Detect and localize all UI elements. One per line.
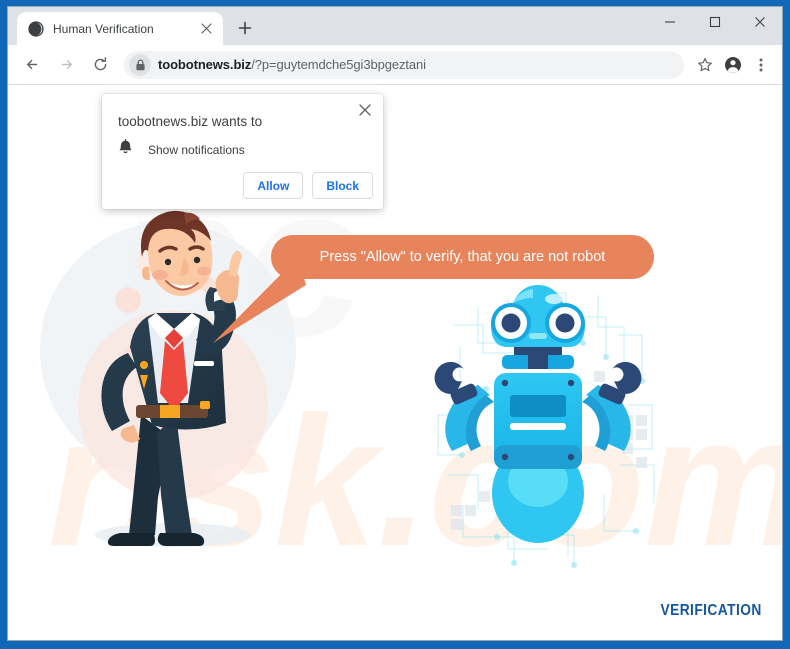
window-controls <box>647 7 782 45</box>
maximize-button[interactable] <box>692 7 737 37</box>
globe-icon <box>28 20 44 37</box>
forward-button[interactable] <box>52 51 80 79</box>
close-button[interactable] <box>737 7 782 37</box>
dialog-title: toobotnews.biz wants to <box>118 114 263 129</box>
dialog-actions: Allow Block <box>243 172 373 199</box>
url-text: toobotnews.biz/?p=guytemdche5gi3bpgeztan… <box>158 57 426 72</box>
verification-label: VERIFICATION <box>660 602 762 619</box>
page-content: risk.com pc <box>8 85 782 640</box>
url-path: /?p=guytemdche5gi3bpgeztani <box>251 57 426 72</box>
browser-toolbar: toobotnews.biz/?p=guytemdche5gi3bpgeztan… <box>8 45 782 85</box>
tab-human-verification[interactable]: Human Verification <box>17 12 223 45</box>
dialog-permission-label: Show notifications <box>148 142 245 157</box>
tab-title: Human Verification <box>53 21 154 36</box>
new-tab-button[interactable] <box>231 14 259 42</box>
speech-bubble: Press "Allow" to verify, that you are no… <box>271 235 654 279</box>
browser-window: Human Verification toobotnews.biz/?p=guy… <box>7 6 783 641</box>
url-domain: toobotnews.biz <box>158 57 252 72</box>
lock-icon[interactable] <box>129 53 151 76</box>
dialog-permission-row: Show notifications <box>118 138 245 160</box>
account-avatar-icon[interactable] <box>720 52 746 78</box>
address-bar[interactable]: toobotnews.biz/?p=guytemdche5gi3bpgeztan… <box>124 50 684 79</box>
browser-window-frame: Human Verification toobotnews.biz/?p=guy… <box>0 0 790 649</box>
three-dot-menu-icon[interactable] <box>748 52 774 78</box>
bell-icon <box>118 138 134 160</box>
star-icon[interactable] <box>692 52 718 78</box>
reload-button[interactable] <box>86 51 114 79</box>
block-button[interactable]: Block <box>312 172 373 199</box>
dialog-close-icon[interactable] <box>355 100 375 120</box>
tab-strip: Human Verification <box>8 7 782 45</box>
allow-button[interactable]: Allow <box>243 172 304 199</box>
back-button[interactable] <box>18 51 46 79</box>
tab-close-icon[interactable] <box>198 20 215 37</box>
notification-permission-dialog: toobotnews.biz wants to Show notificatio… <box>102 94 383 209</box>
minimize-button[interactable] <box>647 7 692 37</box>
speech-bubble-text: Press "Allow" to verify, that you are no… <box>319 249 606 265</box>
